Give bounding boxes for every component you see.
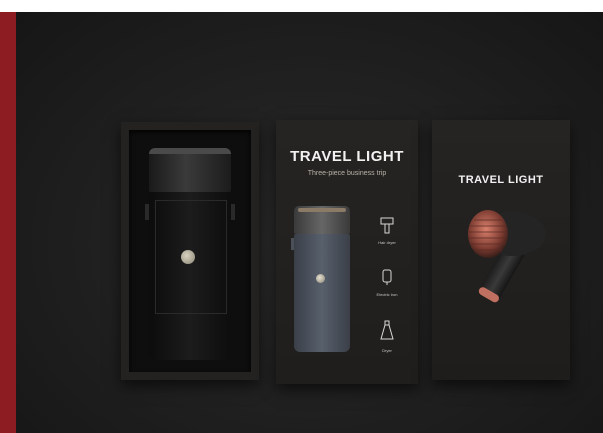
open-box (121, 122, 259, 380)
electric-iron-icon (362, 268, 412, 290)
feature-list: Hair dryer Electric iron Dryer (362, 216, 412, 366)
travel-device (145, 148, 235, 360)
feature-label: Hair dryer (378, 240, 396, 245)
box-tray (129, 130, 251, 372)
hair-dryer-image (468, 210, 546, 303)
box-front-subtitle: Three-piece business trip (307, 170, 387, 177)
top-strip (0, 0, 603, 12)
box-side-title: TRAVEL LIGHT (458, 174, 544, 186)
box-front: TRAVEL LIGHT Three-piece business trip H… (276, 120, 418, 384)
feature-item: Electric iron (362, 268, 412, 297)
device-body (149, 192, 231, 360)
feature-label: Electric iron (376, 292, 398, 297)
hair-dryer-icon (362, 216, 412, 238)
device-illustration (291, 206, 350, 352)
box-front-title: TRAVEL LIGHT (290, 148, 404, 165)
device-power-button (181, 250, 195, 264)
product-scene: TRAVEL LIGHT Three-piece business trip H… (16, 12, 603, 433)
box-side: TRAVEL LIGHT (432, 120, 570, 380)
device-cap (149, 148, 231, 192)
feature-item: Dryer (362, 320, 412, 353)
feature-label: Dryer (382, 348, 392, 353)
feature-item: Hair dryer (362, 216, 412, 245)
dryer-icon (362, 320, 412, 346)
accent-bar (0, 0, 16, 433)
